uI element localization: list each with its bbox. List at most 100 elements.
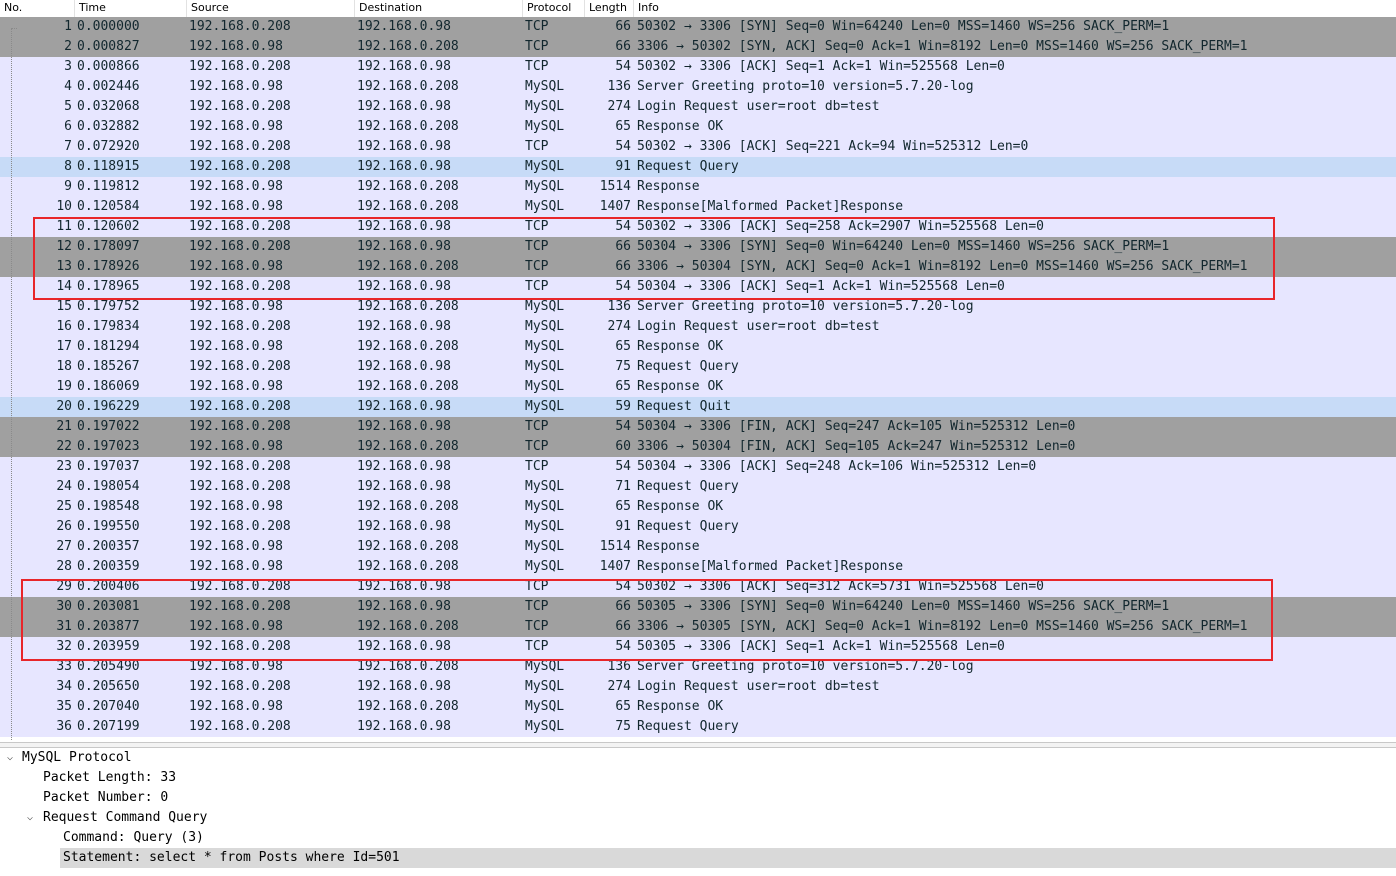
packet-destination: 192.168.0.208 xyxy=(357,659,459,674)
tree-item-packet-length[interactable]: Packet Length: 33 xyxy=(0,768,1396,788)
tree-item-request-command[interactable]: ⌵ Request Command Query xyxy=(0,808,1396,828)
packet-time: 0.178097 xyxy=(77,239,140,254)
table-row[interactable]: 32 0.203959 192.168.0.208 192.168.0.98 TCP 54… xyxy=(0,637,1396,657)
packet-destination: 192.168.0.208 xyxy=(357,699,459,714)
packet-info: Server Greeting proto=10 version=5.7.20-… xyxy=(637,659,974,674)
packet-time: 0.200357 xyxy=(77,539,140,554)
packet-protocol: MySQL xyxy=(525,299,565,314)
table-row[interactable]: 4 0.002446 192.168.0.98 192.168.0.208 MySQL 1… xyxy=(0,77,1396,97)
packet-source: 192.168.0.208 xyxy=(189,139,291,154)
packet-destination: 192.168.0.208 xyxy=(357,299,459,314)
table-row[interactable]: 19 0.186069 192.168.0.98 192.168.0.208 MySQL… xyxy=(0,377,1396,397)
packet-info: Request Query xyxy=(637,359,739,374)
packet-time: 0.203877 xyxy=(77,619,140,634)
table-row[interactable]: 5 0.032068 192.168.0.208 192.168.0.98 MySQL 2… xyxy=(0,97,1396,117)
packet-protocol: MySQL xyxy=(525,159,565,174)
table-row[interactable]: 34 0.205650 192.168.0.208 192.168.0.98 MySQL… xyxy=(0,677,1396,697)
table-row[interactable]: 6 0.032882 192.168.0.98 192.168.0.208 MySQL 6… xyxy=(0,117,1396,137)
table-row[interactable]: 18 0.185267 192.168.0.208 192.168.0.98 MySQL… xyxy=(0,357,1396,377)
tree-item-statement[interactable]: Statement: select * from Posts where Id=… xyxy=(0,848,1396,868)
packet-protocol: MySQL xyxy=(525,659,565,674)
table-row[interactable]: 30 0.203081 192.168.0.208 192.168.0.98 TCP 66… xyxy=(0,597,1396,617)
table-row[interactable]: 31 0.203877 192.168.0.98 192.168.0.208 TCP 66… xyxy=(0,617,1396,637)
packet-info: Login Request user=root db=test xyxy=(637,319,880,334)
packet-source: 192.168.0.98 xyxy=(189,499,283,514)
packet-source: 192.168.0.208 xyxy=(189,639,291,654)
table-row[interactable]: 21 0.197022 192.168.0.208 192.168.0.98 TCP 54… xyxy=(0,417,1396,437)
column-header-destination[interactable]: Destination xyxy=(355,0,523,17)
packet-time: 0.205490 xyxy=(77,659,140,674)
tree-item-label: Statement: select * from Posts where Id=… xyxy=(60,848,1396,868)
packet-details-pane[interactable]: ⌵ MySQL Protocol Packet Length: 33 Packe… xyxy=(0,748,1396,876)
packet-info: 3306 → 50302 [SYN, ACK] Seq=0 Ack=1 Win=… xyxy=(637,39,1248,54)
packet-time: 0.200406 xyxy=(77,579,140,594)
table-row[interactable]: 8 0.118915 192.168.0.208 192.168.0.98 MySQL 9… xyxy=(0,157,1396,177)
packet-info: 50302 → 3306 [SYN] Seq=0 Win=64240 Len=0… xyxy=(637,19,1170,34)
packet-protocol: MySQL xyxy=(525,499,565,514)
packet-time: 0.178965 xyxy=(77,279,140,294)
packet-length: 66 xyxy=(615,259,631,274)
table-row[interactable]: 22 0.197023 192.168.0.98 192.168.0.208 TCP 60… xyxy=(0,437,1396,457)
table-row[interactable]: 13 0.178926 192.168.0.98 192.168.0.208 TCP 66… xyxy=(0,257,1396,277)
table-row[interactable]: 23 0.197037 192.168.0.208 192.168.0.98 TCP 54… xyxy=(0,457,1396,477)
packet-source: 192.168.0.98 xyxy=(189,199,283,214)
table-row[interactable]: 7 0.072920 192.168.0.208 192.168.0.98 TCP 54 5… xyxy=(0,137,1396,157)
table-row[interactable]: 26 0.199550 192.168.0.208 192.168.0.98 MySQL… xyxy=(0,517,1396,537)
tree-item-mysql-protocol[interactable]: ⌵ MySQL Protocol xyxy=(0,748,1396,768)
table-row[interactable]: 10 0.120584 192.168.0.98 192.168.0.208 MySQL… xyxy=(0,197,1396,217)
packet-time: 0.186069 xyxy=(77,379,140,394)
packet-source: 192.168.0.208 xyxy=(189,19,291,34)
table-row[interactable]: 14 0.178965 192.168.0.208 192.168.0.98 TCP 54… xyxy=(0,277,1396,297)
table-row[interactable]: 33 0.205490 192.168.0.98 192.168.0.208 MySQL… xyxy=(0,657,1396,677)
table-row[interactable]: 2 0.000827 192.168.0.98 192.168.0.208 TCP 66 3… xyxy=(0,37,1396,57)
packet-source: 192.168.0.98 xyxy=(189,539,283,554)
table-row[interactable]: 1 0.000000 192.168.0.208 192.168.0.98 TCP 66 5… xyxy=(0,17,1396,37)
table-row[interactable]: 15 0.179752 192.168.0.98 192.168.0.208 MySQL… xyxy=(0,297,1396,317)
packet-source: 192.168.0.208 xyxy=(189,459,291,474)
table-row[interactable]: 20 0.196229 192.168.0.208 192.168.0.98 MySQL… xyxy=(0,397,1396,417)
table-row[interactable]: 3 0.000866 192.168.0.208 192.168.0.98 TCP 54 5… xyxy=(0,57,1396,77)
table-row[interactable]: 17 0.181294 192.168.0.98 192.168.0.208 MySQL… xyxy=(0,337,1396,357)
packet-list[interactable]: No. Time Source Destination Protocol Len… xyxy=(0,0,1396,740)
packet-time: 0.120584 xyxy=(77,199,140,214)
packet-protocol: MySQL xyxy=(525,179,565,194)
packet-info: Response OK xyxy=(637,699,724,714)
table-row[interactable]: 35 0.207040 192.168.0.98 192.168.0.208 MySQL… xyxy=(0,697,1396,717)
table-row[interactable]: 25 0.198548 192.168.0.98 192.168.0.208 MySQL… xyxy=(0,497,1396,517)
chevron-down-icon[interactable]: ⌵ xyxy=(4,748,16,768)
column-header-no[interactable]: No. xyxy=(0,0,75,17)
packet-info: 50304 → 3306 [SYN] Seq=0 Win=64240 Len=0… xyxy=(637,239,1170,254)
column-header-source[interactable]: Source xyxy=(187,0,355,17)
table-row[interactable]: 28 0.200359 192.168.0.98 192.168.0.208 MySQL… xyxy=(0,557,1396,577)
packet-info: Response xyxy=(637,539,700,554)
packet-info: Login Request user=root db=test xyxy=(637,679,880,694)
packet-info: Response[Malformed Packet]Response xyxy=(637,199,904,214)
chevron-down-icon[interactable]: ⌵ xyxy=(24,808,36,828)
table-row[interactable]: 24 0.198054 192.168.0.208 192.168.0.98 MySQL… xyxy=(0,477,1396,497)
packet-source: 192.168.0.98 xyxy=(189,379,283,394)
packet-source: 192.168.0.98 xyxy=(189,39,283,54)
packet-protocol: TCP xyxy=(525,579,549,594)
packet-info: 50302 → 3306 [ACK] Seq=221 Ack=94 Win=52… xyxy=(637,139,1029,154)
table-row[interactable]: 36 0.207199 192.168.0.208 192.168.0.98 MySQL… xyxy=(0,717,1396,737)
tree-item-packet-number[interactable]: Packet Number: 0 xyxy=(0,788,1396,808)
column-header-length[interactable]: Length xyxy=(585,0,634,17)
column-header-protocol[interactable]: Protocol xyxy=(523,0,585,17)
packet-destination: 192.168.0.208 xyxy=(357,539,459,554)
tree-item-command[interactable]: Command: Query (3) xyxy=(0,828,1396,848)
packet-info: 50305 → 3306 [SYN] Seq=0 Win=64240 Len=0… xyxy=(637,599,1170,614)
table-row[interactable]: 16 0.179834 192.168.0.208 192.168.0.98 MySQL… xyxy=(0,317,1396,337)
packet-length: 91 xyxy=(615,519,631,534)
table-row[interactable]: 9 0.119812 192.168.0.98 192.168.0.208 MySQL 1… xyxy=(0,177,1396,197)
packet-time: 0.120602 xyxy=(77,219,140,234)
table-row[interactable]: 27 0.200357 192.168.0.98 192.168.0.208 MySQL… xyxy=(0,537,1396,557)
table-row[interactable]: 11 0.120602 192.168.0.208 192.168.0.98 TCP 54… xyxy=(0,217,1396,237)
packet-info: 3306 → 50304 [SYN, ACK] Seq=0 Ack=1 Win=… xyxy=(637,259,1248,274)
packet-destination: 192.168.0.98 xyxy=(357,319,451,334)
table-row[interactable]: 12 0.178097 192.168.0.208 192.168.0.98 TCP 66… xyxy=(0,237,1396,257)
packet-info: Request Query xyxy=(637,719,739,734)
column-header-info[interactable]: Info xyxy=(634,0,1396,17)
packet-protocol: MySQL xyxy=(525,399,565,414)
column-header-time[interactable]: Time xyxy=(75,0,187,17)
table-row[interactable]: 29 0.200406 192.168.0.208 192.168.0.98 TCP 54… xyxy=(0,577,1396,597)
